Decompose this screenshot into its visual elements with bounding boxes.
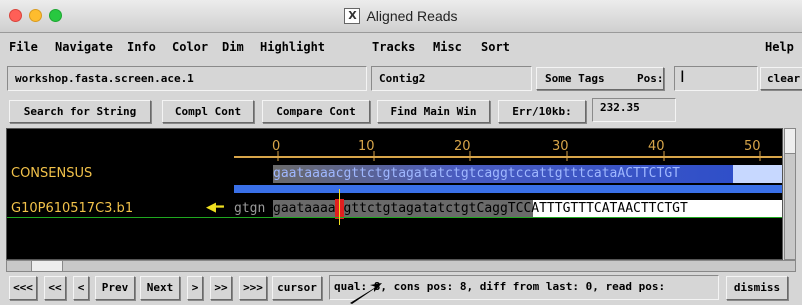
menu-sort[interactable]: Sort [481, 40, 510, 54]
horizontal-scroll-thumb[interactable] [31, 261, 63, 271]
pos-label: Pos: [637, 72, 664, 85]
some-tags-label: Some Tags [545, 72, 605, 85]
x11-icon: X [344, 8, 361, 24]
scroll-right-button[interactable]: > [187, 276, 203, 300]
ruler-ticks [277, 151, 761, 161]
vertical-scrollbar[interactable] [784, 128, 796, 260]
err-value-field: 232.35 [592, 98, 676, 122]
aligned-reads-window: X Aligned Reads File Navigate Info Color… [0, 0, 802, 305]
title-bar: X Aligned Reads [0, 0, 802, 33]
horizontal-scrollbar[interactable] [6, 260, 796, 272]
scroll-left-button[interactable]: < [73, 276, 89, 300]
read-separator-line [7, 217, 782, 218]
menu-navigate[interactable]: Navigate [55, 40, 113, 54]
scroll-far-right-button[interactable]: >>> [239, 276, 267, 300]
scroll-far-left-button[interactable]: <<< [9, 276, 37, 300]
mouse-pointer-icon [350, 283, 382, 304]
search-for-string-button[interactable]: Search for String [9, 100, 151, 123]
prev-button[interactable]: Prev [95, 276, 135, 300]
alignment-view[interactable]: 0 10 20 30 40 50 CONSENSUS gaataaaacgttc… [6, 128, 783, 260]
menu-color[interactable]: Color [172, 40, 208, 54]
menu-misc[interactable]: Misc [433, 40, 462, 54]
pos-input[interactable] [674, 66, 758, 91]
vertical-scroll-thumb[interactable] [785, 129, 795, 154]
menu-highlight[interactable]: Highlight [260, 40, 325, 54]
find-main-win-button[interactable]: Find Main Win [377, 100, 490, 123]
consensus-label: CONSENSUS [11, 166, 93, 181]
read-direction-arrow-icon: ◀━ [206, 200, 224, 215]
filename-field: workshop.fasta.screen.ace.1 [7, 66, 367, 91]
clear-button[interactable]: clear [760, 67, 802, 90]
compl-cont-button[interactable]: Compl Cont [162, 100, 254, 123]
status-line: qual: 8, cons pos: 8, diff from last: 0,… [329, 275, 719, 300]
window-title: Aligned Reads [366, 8, 458, 24]
menu-tracks[interactable]: Tracks [372, 40, 415, 54]
dismiss-button[interactable]: dismiss [726, 276, 788, 300]
consensus-quality-bar [234, 185, 782, 193]
menu-help[interactable]: Help [765, 40, 794, 54]
contig-field: Contig2 [371, 66, 532, 91]
next-button[interactable]: Next [140, 276, 180, 300]
err-10kb-button[interactable]: Err/10kb: [498, 100, 586, 123]
menu-dim[interactable]: Dim [222, 40, 244, 54]
menu-file[interactable]: File [9, 40, 38, 54]
position-ruler [234, 151, 782, 161]
consensus-band-uppercase [733, 165, 782, 183]
text-cursor-icon: I [680, 67, 685, 86]
menu-bar: File Navigate Info Color Dim Highlight T… [0, 33, 802, 59]
consensus-sequence: gaataaaacgttctgtagatatctgtcaggtccattgttt… [273, 166, 680, 181]
compare-cont-button[interactable]: Compare Cont [262, 100, 370, 123]
scroll-left-fast-button[interactable]: << [44, 276, 66, 300]
cursor-column-line [339, 189, 340, 225]
read-label: G10P610517C3.b1 [11, 201, 134, 216]
read-unaligned-prefix: gtgn [234, 201, 266, 216]
menu-info[interactable]: Info [127, 40, 156, 54]
cursor-button[interactable]: cursor [272, 276, 322, 300]
scroll-right-fast-button[interactable]: >> [210, 276, 232, 300]
